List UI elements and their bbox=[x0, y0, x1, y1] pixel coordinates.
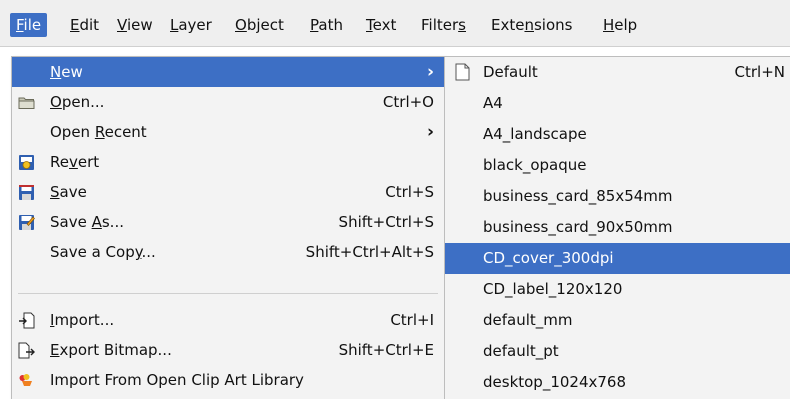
floppy-icon bbox=[18, 184, 35, 201]
menu-item-label: Open Recent bbox=[50, 123, 147, 141]
menu-separator bbox=[18, 293, 438, 294]
menu-item-label: Import From Open Clip Art Library bbox=[50, 371, 304, 389]
chevron-right-icon: › bbox=[426, 62, 434, 82]
menu-item-label: default_mm bbox=[483, 311, 573, 329]
template-desktop[interactable]: desktop_1024x768 bbox=[445, 367, 790, 398]
file-menu-dropdown: New › Open... Ctrl+O Open Recent › Rever… bbox=[11, 56, 445, 399]
menu-item-label: Export Bitmap... bbox=[50, 341, 172, 359]
menu-view[interactable]: View bbox=[111, 13, 159, 37]
document-icon bbox=[455, 63, 470, 81]
folder-icon bbox=[18, 94, 35, 111]
template-black-opaque[interactable]: black_opaque bbox=[445, 150, 790, 181]
file-menu-save[interactable]: Save Ctrl+S bbox=[12, 177, 444, 207]
menu-item-label: Open... bbox=[50, 93, 105, 111]
menu-item-label: CD_cover_300dpi bbox=[483, 249, 614, 267]
menu-file[interactable]: File bbox=[10, 13, 48, 37]
import-icon bbox=[18, 312, 35, 329]
shortcut-label: Ctrl+N bbox=[734, 63, 785, 81]
menu-help[interactable]: Help bbox=[597, 13, 643, 37]
menu-item-label: New bbox=[50, 63, 83, 81]
file-menu-open-recent[interactable]: Open Recent › bbox=[12, 117, 444, 147]
chevron-right-icon: › bbox=[426, 122, 434, 142]
shortcut-label: Shift+Ctrl+E bbox=[338, 341, 434, 359]
file-menu-new[interactable]: New › bbox=[12, 57, 444, 87]
menu-item-label: black_opaque bbox=[483, 156, 587, 174]
file-menu-import-clipart[interactable]: Import From Open Clip Art Library bbox=[12, 365, 444, 395]
menu-item-label: A4 bbox=[483, 94, 503, 112]
template-cd-cover[interactable]: CD_cover_300dpi bbox=[445, 243, 790, 274]
menu-item-label: Save bbox=[50, 183, 87, 201]
floppy-pencil-icon bbox=[18, 214, 35, 231]
clipart-icon bbox=[18, 372, 35, 389]
menu-path[interactable]: Path bbox=[304, 13, 349, 37]
menu-item-label: A4_landscape bbox=[483, 125, 587, 143]
file-menu-revert[interactable]: Revert bbox=[12, 147, 444, 177]
menu-item-label: Save As... bbox=[50, 213, 124, 231]
menu-item-label: business_card_90x50mm bbox=[483, 218, 673, 236]
menubar: File Edit View Layer Object Path Text Fi… bbox=[0, 0, 790, 47]
menu-edit[interactable]: Edit bbox=[64, 13, 105, 37]
menu-item-label: Revert bbox=[50, 153, 100, 171]
file-menu-save-as[interactable]: Save As... Shift+Ctrl+S bbox=[12, 207, 444, 237]
template-a4-landscape[interactable]: A4_landscape bbox=[445, 119, 790, 150]
menu-extensions[interactable]: Extensions bbox=[485, 13, 578, 37]
shortcut-label: Ctrl+I bbox=[390, 311, 434, 329]
file-menu-open[interactable]: Open... Ctrl+O bbox=[12, 87, 444, 117]
menu-item-label: business_card_85x54mm bbox=[483, 187, 673, 205]
shortcut-label: Ctrl+O bbox=[382, 93, 434, 111]
menu-item-label: Save a Copy... bbox=[50, 243, 156, 261]
template-cd-label[interactable]: CD_label_120x120 bbox=[445, 274, 790, 305]
menu-item-label: desktop_1024x768 bbox=[483, 373, 627, 391]
menu-layer[interactable]: Layer bbox=[164, 13, 218, 37]
menu-item-label: default_pt bbox=[483, 342, 559, 360]
menu-item-label: Default bbox=[483, 63, 538, 81]
shortcut-label: Shift+Ctrl+S bbox=[338, 213, 434, 231]
menu-object[interactable]: Object bbox=[229, 13, 290, 37]
template-default-mm[interactable]: default_mm bbox=[445, 305, 790, 336]
menu-text[interactable]: Text bbox=[360, 13, 402, 37]
shortcut-label: Shift+Ctrl+Alt+S bbox=[305, 243, 434, 261]
menu-item-label: Import... bbox=[50, 311, 115, 329]
template-default-pt[interactable]: default_pt bbox=[445, 336, 790, 367]
template-default[interactable]: Default Ctrl+N bbox=[445, 57, 790, 88]
menu-filters[interactable]: Filters bbox=[415, 13, 472, 37]
menu-item-label: CD_label_120x120 bbox=[483, 280, 623, 298]
template-business-card-85x54[interactable]: business_card_85x54mm bbox=[445, 181, 790, 212]
revert-icon bbox=[18, 154, 35, 171]
template-business-card-90x50[interactable]: business_card_90x50mm bbox=[445, 212, 790, 243]
file-menu-save-a-copy[interactable]: Save a Copy... Shift+Ctrl+Alt+S bbox=[12, 237, 444, 267]
template-a4[interactable]: A4 bbox=[445, 88, 790, 119]
new-template-submenu: Default Ctrl+N A4 A4_landscape black_opa… bbox=[444, 56, 790, 399]
export-icon bbox=[18, 342, 35, 359]
file-menu-export-bitmap[interactable]: Export Bitmap... Shift+Ctrl+E bbox=[12, 335, 444, 365]
file-menu-import[interactable]: Import... Ctrl+I bbox=[12, 305, 444, 335]
shortcut-label: Ctrl+S bbox=[385, 183, 434, 201]
